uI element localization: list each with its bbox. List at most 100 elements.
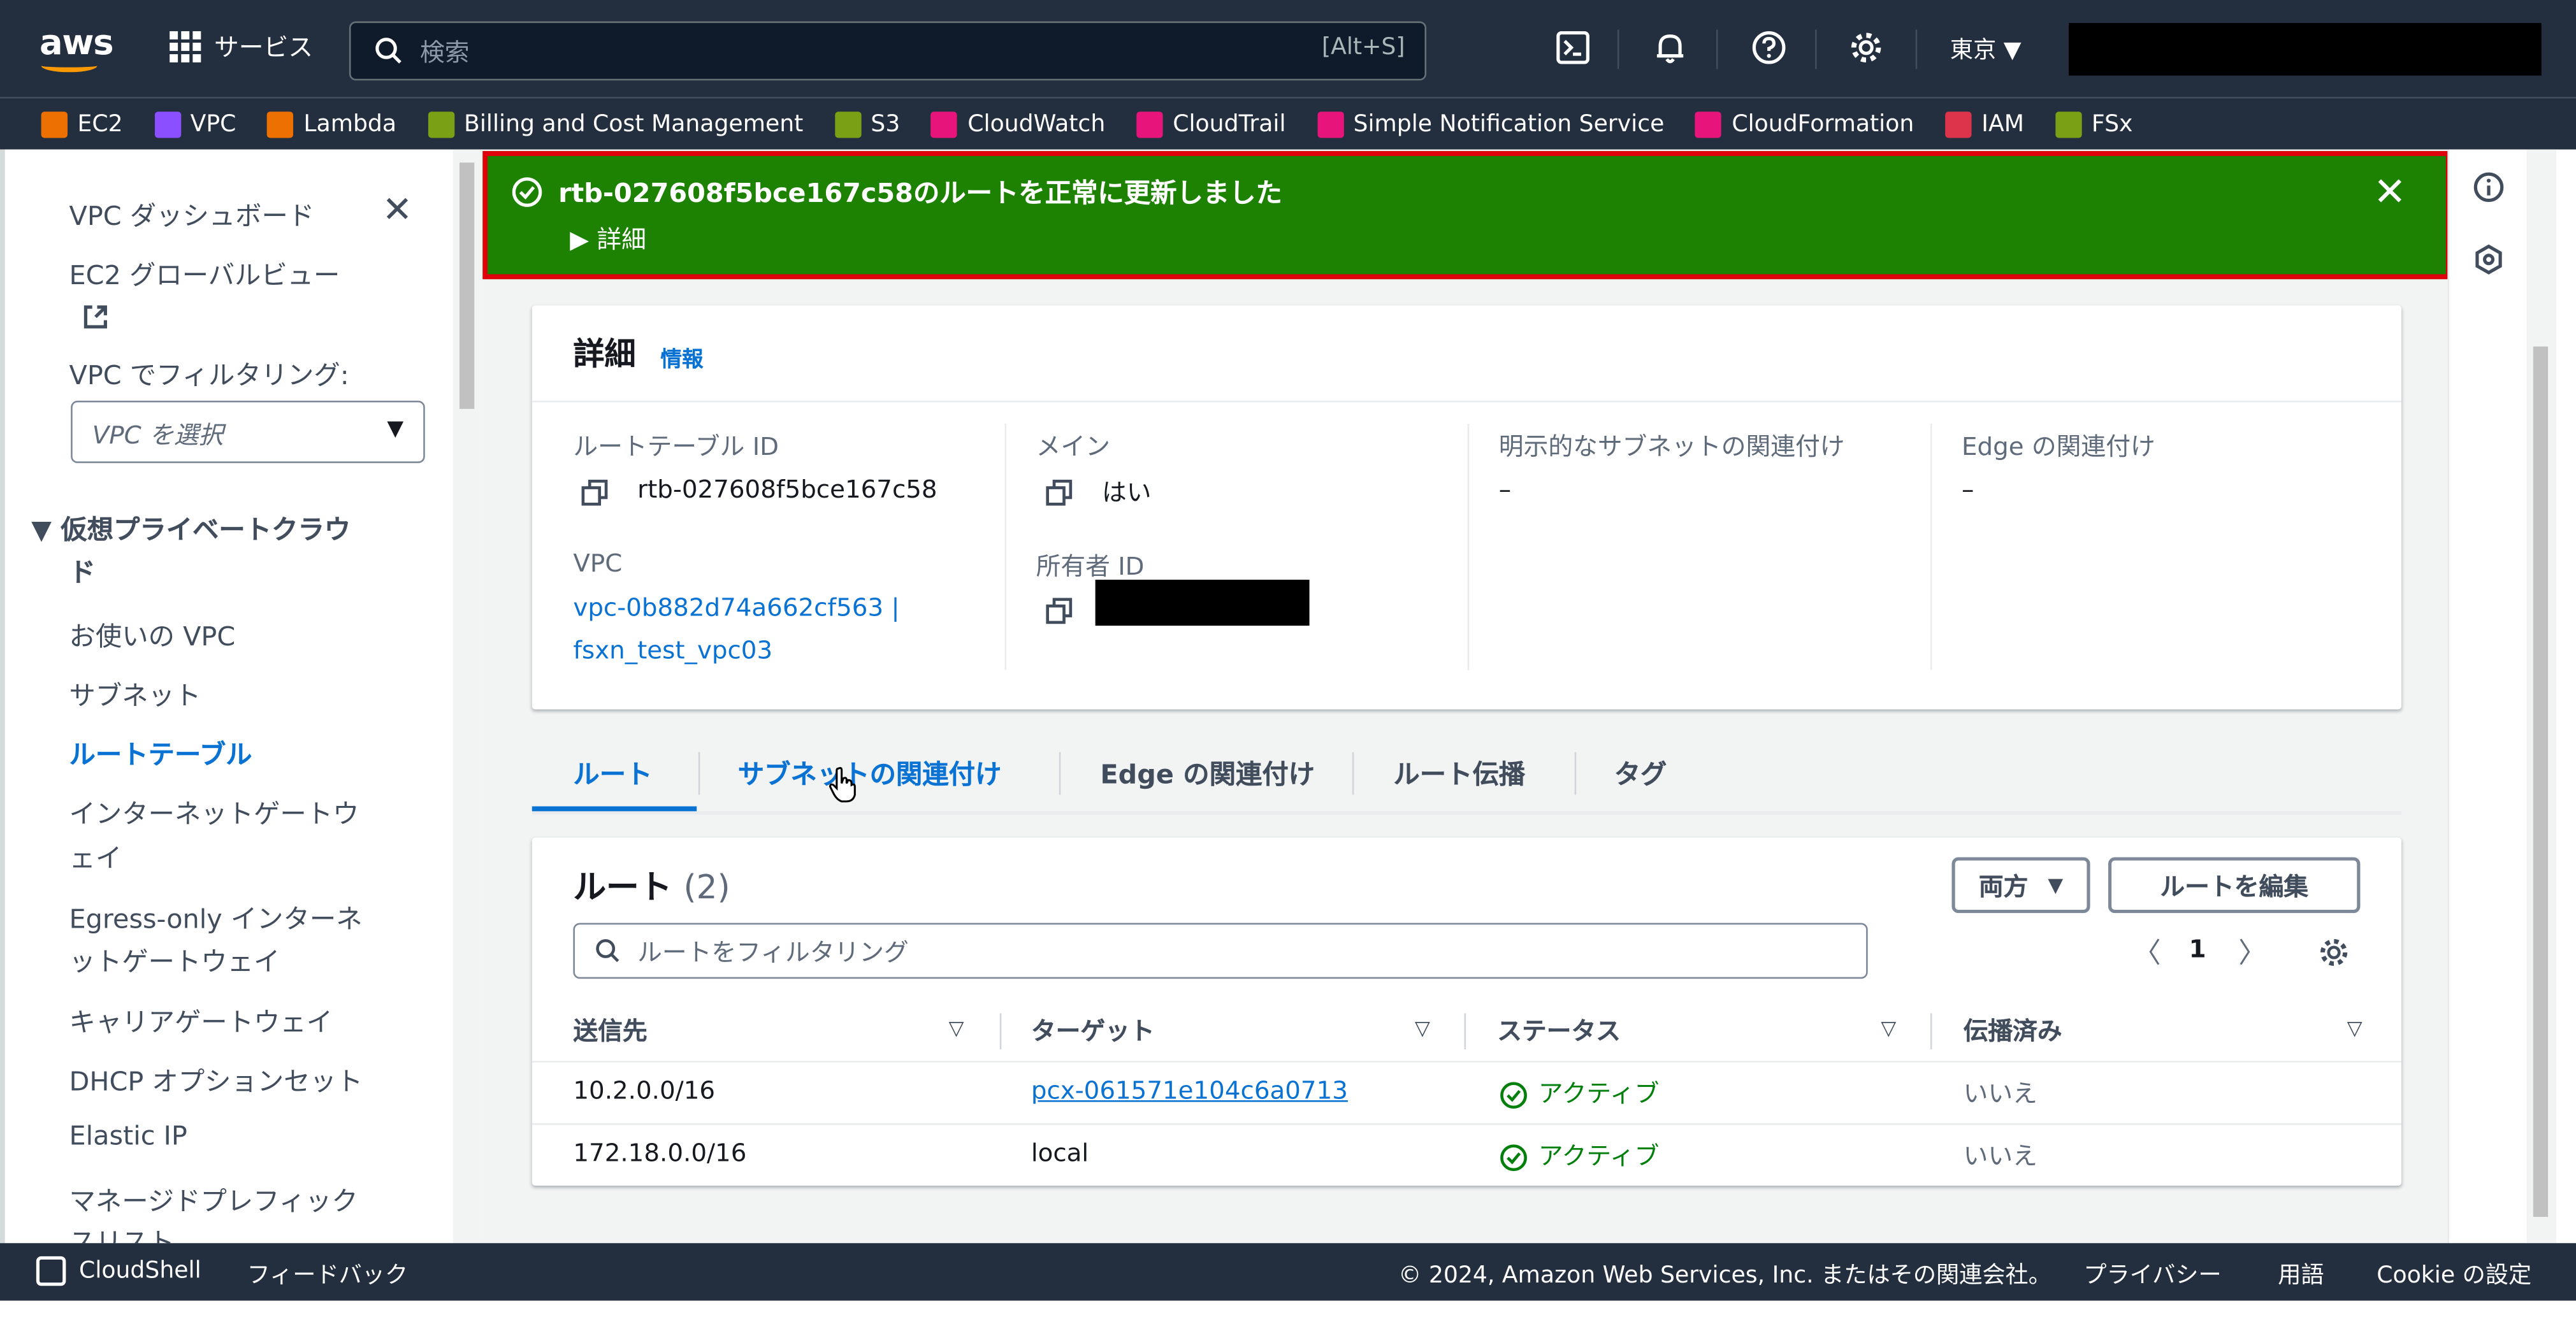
cloudshell-icon[interactable] (1555, 29, 1591, 66)
sidebar-section-vpc[interactable]: ▼ 仮想プライベートクラウ (31, 507, 351, 547)
sort-icon[interactable]: ▽ (2347, 1017, 2363, 1040)
sidebar-item-route-tables[interactable]: ルートテーブル (69, 733, 252, 772)
favorite-label: Billing and Cost Management (464, 110, 804, 138)
info-icon[interactable] (2472, 171, 2505, 204)
favorite-label: CloudFormation (1732, 110, 1914, 138)
route-filter-input[interactable]: ルートをフィルタリング (573, 923, 1868, 979)
footer: CloudShell フィードバック © 2024, Amazon Web Se… (0, 1243, 2576, 1301)
info-link[interactable]: 情報 (660, 341, 703, 373)
favorite-vpc[interactable]: VPC (154, 110, 236, 138)
sidebar-item-your-vpcs[interactable]: お使いの VPC (69, 614, 236, 654)
gear-icon[interactable] (1848, 29, 1885, 66)
favorite-iam[interactable]: IAM (1945, 110, 2024, 138)
destination-cell: 10.2.0.0/16 (573, 1075, 716, 1105)
divider (532, 1123, 2402, 1125)
favorite-s3[interactable]: S3 (834, 110, 900, 138)
sidebar-item-egress-only-gateways[interactable]: Egress-only インターネ (69, 896, 363, 936)
vpc-link-name[interactable]: fsxn_test_vpc03 (573, 636, 772, 665)
column-header-target[interactable]: ターゲット (1031, 1013, 1155, 1047)
settings-gear-icon[interactable] (2317, 936, 2350, 969)
previous-page-icon[interactable]: 〈 (2133, 930, 2161, 971)
favorite-simple-notification-service[interactable]: Simple Notification Service (1317, 110, 1664, 138)
tools-rail (2447, 149, 2527, 1244)
sidebar-item-internet-gateways-cont[interactable]: ェイ (69, 836, 122, 875)
search-input[interactable]: 検索 [Alt+S] (349, 21, 1427, 81)
nav-divider (1815, 29, 1817, 69)
owner-id-redacted (1095, 579, 1310, 626)
route-filter-placeholder: ルートをフィルタリング (637, 937, 909, 968)
favorites-bar: EC2 VPC Lambda Billing and Cost Management S… (0, 97, 2576, 150)
column-header-destination[interactable]: 送信先 (573, 1013, 647, 1047)
account-menu-redacted[interactable] (2069, 23, 2542, 76)
external-link-icon[interactable] (81, 302, 111, 331)
aws-logo[interactable]: aws (40, 23, 114, 73)
target-link[interactable]: pcx-061571e104c6a0713 (1031, 1075, 1348, 1105)
flash-details-toggle[interactable]: ▶ 詳細 (570, 222, 646, 256)
favorite-ec2[interactable]: EC2 (41, 110, 123, 138)
favorite-billing-and-cost-management[interactable]: Billing and Cost Management (428, 110, 804, 138)
feedback-link[interactable]: フィードバック (247, 1258, 409, 1291)
region-selector[interactable]: 東京 ▼ (1950, 33, 2022, 66)
sidebar-item-vpc-dashboard[interactable]: VPC ダッシュボード (69, 194, 315, 233)
column-header-status[interactable]: ステータス (1497, 1013, 1621, 1047)
sidebar-item-egress-only-gateways-cont[interactable]: ットゲートウェイ (69, 939, 280, 979)
close-icon[interactable]: ✕ (382, 190, 413, 231)
terms-link[interactable]: 用語 (2278, 1258, 2324, 1291)
bell-icon[interactable] (1652, 29, 1688, 66)
cookie-settings-link[interactable]: Cookie の設定 (2377, 1258, 2531, 1291)
sidebar-item-subnets[interactable]: サブネット (69, 673, 201, 713)
copy-icon[interactable] (1046, 479, 1073, 506)
route-filter-dropdown[interactable]: 両方 ▼ (1951, 857, 2090, 914)
details-panel: 詳細 情報 ルートテーブル ID rtb-027608f5bce167c58 V… (532, 305, 2402, 710)
edit-routes-button[interactable]: ルートを編集 (2108, 857, 2361, 914)
tab-edge-associations[interactable]: Edge の関連付け (1100, 752, 1315, 792)
status-active-icon (1500, 1144, 1527, 1172)
vpc-filter-select[interactable]: VPC を選択 ▼ (71, 400, 425, 463)
tab-routes[interactable]: ルート (573, 752, 652, 792)
favorite-cloudformation[interactable]: CloudFormation (1695, 110, 1914, 138)
hexagon-icon[interactable] (2472, 243, 2505, 276)
service-icon (1136, 110, 1163, 138)
sidebar-item-ec2-global-view[interactable]: EC2 グローバルビュー (69, 253, 340, 292)
favorite-lambda[interactable]: Lambda (267, 110, 396, 138)
copy-icon[interactable] (581, 479, 608, 506)
sidebar-item-carrier-gateways[interactable]: キャリアゲートウェイ (69, 1000, 333, 1040)
service-icon (267, 110, 294, 138)
sort-icon[interactable]: ▽ (949, 1017, 964, 1040)
cloudshell-footer-icon[interactable] (36, 1256, 66, 1286)
sidebar-item-dhcp-options[interactable]: DHCP オプションセット (69, 1060, 363, 1099)
tab-subnet-associations[interactable]: サブネットの関連付け (738, 752, 1002, 792)
favorite-fsx[interactable]: FSx (2055, 110, 2132, 138)
column-divider (1004, 424, 1007, 670)
scrollbar-thumb[interactable] (459, 162, 475, 409)
sidebar-item-internet-gateways[interactable]: インターネットゲートウ (69, 791, 359, 831)
sort-icon[interactable]: ▽ (1881, 1017, 1896, 1040)
copy-icon[interactable] (1046, 598, 1073, 624)
main-scrollbar[interactable] (2526, 149, 2556, 1244)
search-icon (596, 939, 619, 963)
current-page[interactable]: 1 (2189, 935, 2206, 964)
routes-title: ルート (2) (573, 861, 730, 909)
services-menu-button[interactable]: サービス (170, 29, 313, 64)
sidebar-item-elastic-ip[interactable]: Elastic IP (69, 1120, 187, 1151)
cloudshell-link[interactable]: CloudShell (79, 1258, 201, 1284)
favorite-cloudtrail[interactable]: CloudTrail (1136, 110, 1286, 138)
column-header-propagated[interactable]: 伝播済み (1964, 1013, 2062, 1047)
tab-tags[interactable]: タグ (1614, 752, 1667, 792)
main-value: はい (1101, 478, 1152, 508)
dismiss-icon[interactable]: ✕ (2373, 169, 2406, 215)
sort-icon[interactable]: ▽ (1415, 1017, 1430, 1040)
favorite-label: CloudTrail (1173, 110, 1286, 138)
privacy-link[interactable]: プライバシー (2083, 1258, 2221, 1291)
sidebar-scrollbar[interactable] (452, 149, 483, 1244)
tab-route-propagation[interactable]: ルート伝播 (1393, 752, 1525, 792)
next-page-icon[interactable]: 〉 (2238, 930, 2266, 971)
owner-id-label: 所有者 ID (1036, 552, 1145, 582)
vpc-link[interactable]: vpc-0b882d74a662cf563 | (573, 593, 899, 622)
sidebar-item-prefix-lists-cont[interactable]: スリスト (69, 1220, 175, 1243)
scrollbar-thumb[interactable] (2533, 346, 2549, 1218)
favorite-cloudwatch[interactable]: CloudWatch (931, 110, 1105, 138)
sidebar-item-prefix-lists[interactable]: マネージドプレフィック (69, 1179, 358, 1219)
help-icon[interactable] (1751, 29, 1787, 66)
console-window: aws サービス 検索 [Alt+S] 東京 ▼ EC2 VPC Lambda Bil… (0, 0, 2576, 1322)
